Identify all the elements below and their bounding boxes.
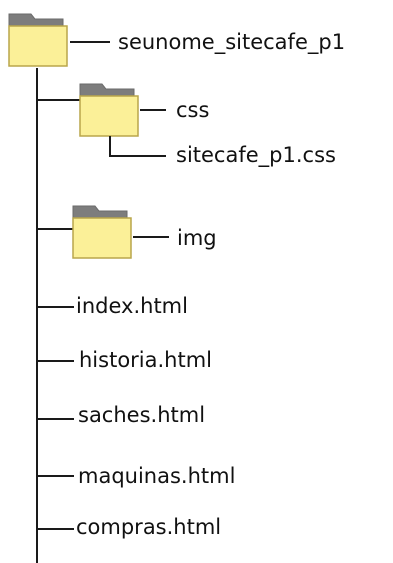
- css-branch-line: [36, 99, 80, 101]
- folder-icon: [8, 13, 68, 67]
- root-folder-label: seunome_sitecafe_p1: [118, 30, 346, 54]
- css-connector-line: [140, 109, 166, 111]
- file-branch-line: [36, 528, 74, 530]
- file-label-compras: compras.html: [76, 515, 222, 539]
- folder-label-css: css: [176, 98, 210, 122]
- root-connector-line: [70, 41, 110, 43]
- file-label-sitecafe-css: sitecafe_p1.css: [176, 143, 336, 167]
- file-branch-line: [36, 306, 74, 308]
- trunk-line: [36, 68, 38, 563]
- folder-icon: [79, 83, 139, 137]
- file-branch-line: [36, 475, 74, 477]
- folder-icon: [72, 205, 132, 259]
- css-child-vertical-line: [109, 136, 111, 156]
- file-branch-line: [36, 418, 74, 420]
- folder-label-img: img: [177, 226, 217, 250]
- img-connector-line: [133, 236, 169, 238]
- img-branch-line: [36, 228, 74, 230]
- file-label-index: index.html: [76, 294, 188, 318]
- css-child-horizontal-line: [109, 155, 166, 157]
- file-label-historia: historia.html: [79, 348, 213, 372]
- file-label-saches: saches.html: [78, 403, 206, 427]
- file-branch-line: [36, 360, 74, 362]
- file-label-maquinas: maquinas.html: [78, 464, 236, 488]
